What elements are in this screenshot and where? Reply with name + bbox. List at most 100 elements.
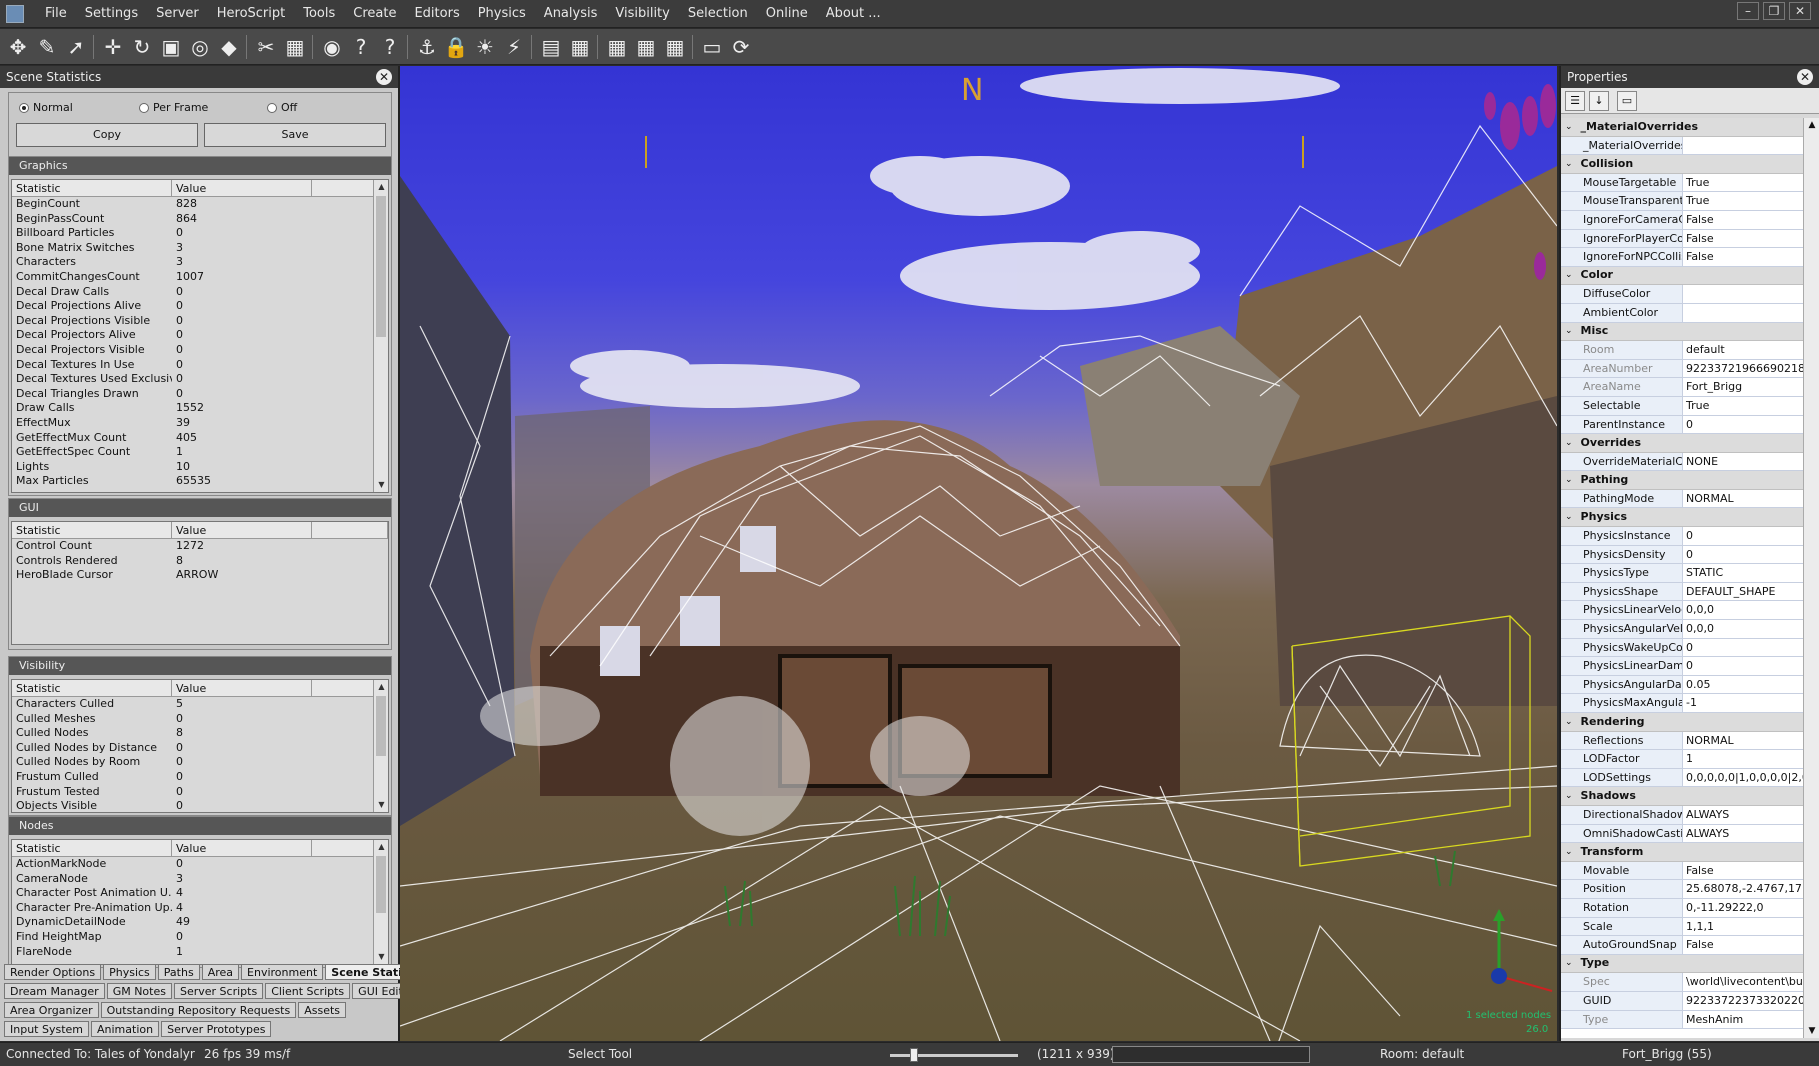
table-row[interactable]: GetEffectSpec Count 1 — [12, 445, 388, 460]
layout-4-icon[interactable]: ▦ — [603, 33, 631, 61]
property-row[interactable]: Reflections NORMAL — [1561, 731, 1805, 751]
scroll-thumb[interactable] — [376, 196, 386, 338]
physics-icon[interactable]: ⚡ — [500, 33, 528, 61]
table-row[interactable]: GetEffectMux Count 405 — [12, 431, 388, 446]
table-scrollbar[interactable]: ▲ ▼ — [373, 180, 388, 492]
property-row[interactable]: AmbientColor — [1561, 303, 1805, 323]
property-value[interactable]: False — [1683, 211, 1805, 229]
property-row[interactable]: DirectionalShadow(ALWAYS — [1561, 805, 1805, 825]
radio-off[interactable]: Off — [267, 101, 297, 114]
menu-item[interactable]: File — [36, 0, 76, 28]
table-row[interactable]: EffectMux 39 — [12, 416, 388, 431]
menu-item[interactable]: Settings — [76, 0, 147, 28]
tab-input-system[interactable]: Input System — [4, 1021, 89, 1037]
target-icon[interactable]: ◎ — [186, 33, 214, 61]
rotate-icon[interactable]: ↻ — [128, 33, 156, 61]
property-row[interactable]: PhysicsAngularDam 0.05 — [1561, 675, 1805, 695]
property-value[interactable]: 9223372237332022003 — [1683, 992, 1805, 1010]
property-row[interactable]: PhysicsInstance 0 — [1561, 527, 1805, 546]
menu-item[interactable]: Selection — [679, 0, 757, 28]
property-value[interactable]: ALWAYS — [1683, 825, 1805, 843]
property-value[interactable]: -1 — [1683, 694, 1805, 712]
property-row[interactable]: PathingMode NORMAL — [1561, 489, 1805, 509]
table-row[interactable]: Culled Nodes by Distance 0 — [12, 741, 388, 756]
table-row[interactable]: CommitChangesCount 1007 — [12, 270, 388, 285]
table-row[interactable]: Objects Visible 0 — [12, 799, 388, 812]
tab-environment[interactable]: Environment — [241, 964, 324, 980]
property-row[interactable]: Selectable True — [1561, 396, 1805, 416]
gizmo-up-arrow-icon[interactable] — [1493, 909, 1505, 921]
property-category[interactable]: ⌄ Type — [1561, 954, 1805, 974]
layout-1-icon[interactable]: ▦ — [566, 33, 594, 61]
close-panel-icon[interactable]: ✕ — [376, 69, 392, 85]
property-value[interactable]: True — [1683, 192, 1805, 210]
tab-area-organizer[interactable]: Area Organizer — [4, 1002, 99, 1018]
table-row[interactable]: Decal Projections Alive 0 — [12, 299, 388, 314]
property-value[interactable]: MeshAnim — [1683, 1011, 1805, 1029]
property-category[interactable]: ⌄ Transform — [1561, 843, 1805, 862]
collapse-chevron-icon[interactable]: ⌄ — [1565, 322, 1573, 341]
column-header[interactable] — [312, 522, 388, 538]
column-header[interactable]: Statistic — [12, 840, 172, 856]
light-icon[interactable]: ☀ — [471, 33, 499, 61]
table-row[interactable]: Decal Textures Used Exclusiv... 0 — [12, 372, 388, 387]
property-value[interactable]: \world\livecontent\builc — [1683, 973, 1805, 991]
save-button[interactable]: Save — [204, 123, 386, 147]
property-value[interactable] — [1683, 285, 1805, 303]
property-category[interactable]: ⌄ Color — [1561, 266, 1805, 286]
categorized-icon[interactable]: ☰ — [1565, 91, 1585, 111]
property-row[interactable]: MouseTransparent True — [1561, 192, 1805, 211]
anchor-icon[interactable]: ⚓ — [413, 33, 441, 61]
menu-item[interactable]: Physics — [469, 0, 535, 28]
column-header[interactable]: Statistic — [12, 680, 172, 696]
tab-paths[interactable]: Paths — [157, 964, 200, 980]
tab-render-options[interactable]: Render Options — [4, 964, 102, 980]
property-row[interactable]: IgnoreForNPCCollis False — [1561, 248, 1805, 267]
table-row[interactable]: Characters 3 — [12, 255, 388, 270]
property-value[interactable]: 1,1,1 — [1683, 918, 1805, 936]
collapse-chevron-icon[interactable]: ⌄ — [1565, 118, 1573, 136]
scroll-up-icon[interactable]: ▲ — [374, 180, 388, 194]
property-value[interactable]: 0,0,0 — [1683, 620, 1805, 638]
property-row[interactable]: Movable False — [1561, 861, 1805, 881]
table-row[interactable]: DynamicDetailNode 49 — [12, 915, 388, 930]
property-value[interactable]: 0 — [1683, 639, 1805, 657]
tab-gm-notes[interactable]: GM Notes — [106, 983, 172, 999]
property-row[interactable]: LODFactor 1 — [1561, 750, 1805, 769]
table-row[interactable]: Culled Meshes 0 — [12, 712, 388, 727]
collapse-chevron-icon[interactable]: ⌄ — [1565, 434, 1573, 453]
table-row[interactable]: Control Count 1272 — [12, 539, 388, 554]
property-row[interactable]: LODSettings0,0,0,0,0|1,0,0,0,0|2,0,0,0, — [1561, 768, 1805, 788]
property-row[interactable]: PhysicsLinearDampi 0 — [1561, 657, 1805, 676]
grid-icon[interactable]: ▦ — [281, 33, 309, 61]
menu-item[interactable]: Create — [344, 0, 405, 28]
column-header[interactable]: Value — [172, 840, 312, 856]
menu-item[interactable]: Server — [147, 0, 208, 28]
collapse-chevron-icon[interactable]: ⌄ — [1565, 954, 1573, 973]
table-row[interactable]: ActionMarkNode 0 — [12, 857, 388, 872]
3d-viewport[interactable]: N 1 selected nodes 26.0 — [400, 66, 1557, 1041]
scroll-up-icon[interactable]: ▲ — [1804, 120, 1819, 130]
column-header[interactable]: Statistic — [12, 180, 172, 196]
minimize-icon[interactable]: – — [1737, 2, 1759, 20]
gizmo-center[interactable] — [1491, 968, 1507, 984]
table-row[interactable]: Decal Draw Calls 0 — [12, 285, 388, 300]
tab-server-prototypes[interactable]: Server Prototypes — [161, 1021, 272, 1037]
table-row[interactable]: Decal Triangles Drawn 0 — [12, 387, 388, 402]
property-row[interactable]: IgnoreForPlayerColli False — [1561, 229, 1805, 249]
properties-scrollbar[interactable]: ▲ ▼ — [1803, 118, 1819, 1038]
property-category[interactable]: ⌄ Pathing — [1561, 471, 1805, 490]
property-row[interactable]: PhysicsShape DEFAULT_SHAPE — [1561, 582, 1805, 602]
property-row[interactable]: OverrideMaterialCla NONE — [1561, 452, 1805, 472]
property-category[interactable]: ⌄ Rendering — [1561, 713, 1805, 732]
close-window-icon[interactable]: ✕ — [1789, 2, 1811, 20]
close-properties-icon[interactable]: ✕ — [1797, 69, 1813, 85]
property-category[interactable]: ⌄ Shadows — [1561, 787, 1805, 806]
menu-item[interactable]: Visibility — [606, 0, 678, 28]
scroll-down-icon[interactable]: ▼ — [374, 478, 388, 492]
tab-animation[interactable]: Animation — [91, 1021, 160, 1037]
table-row[interactable]: BeginCount 828 — [12, 197, 388, 212]
property-value[interactable]: False — [1683, 936, 1805, 954]
menu-item[interactable]: Online — [757, 0, 817, 28]
table-row[interactable]: Culled Nodes by Room 0 — [12, 755, 388, 770]
